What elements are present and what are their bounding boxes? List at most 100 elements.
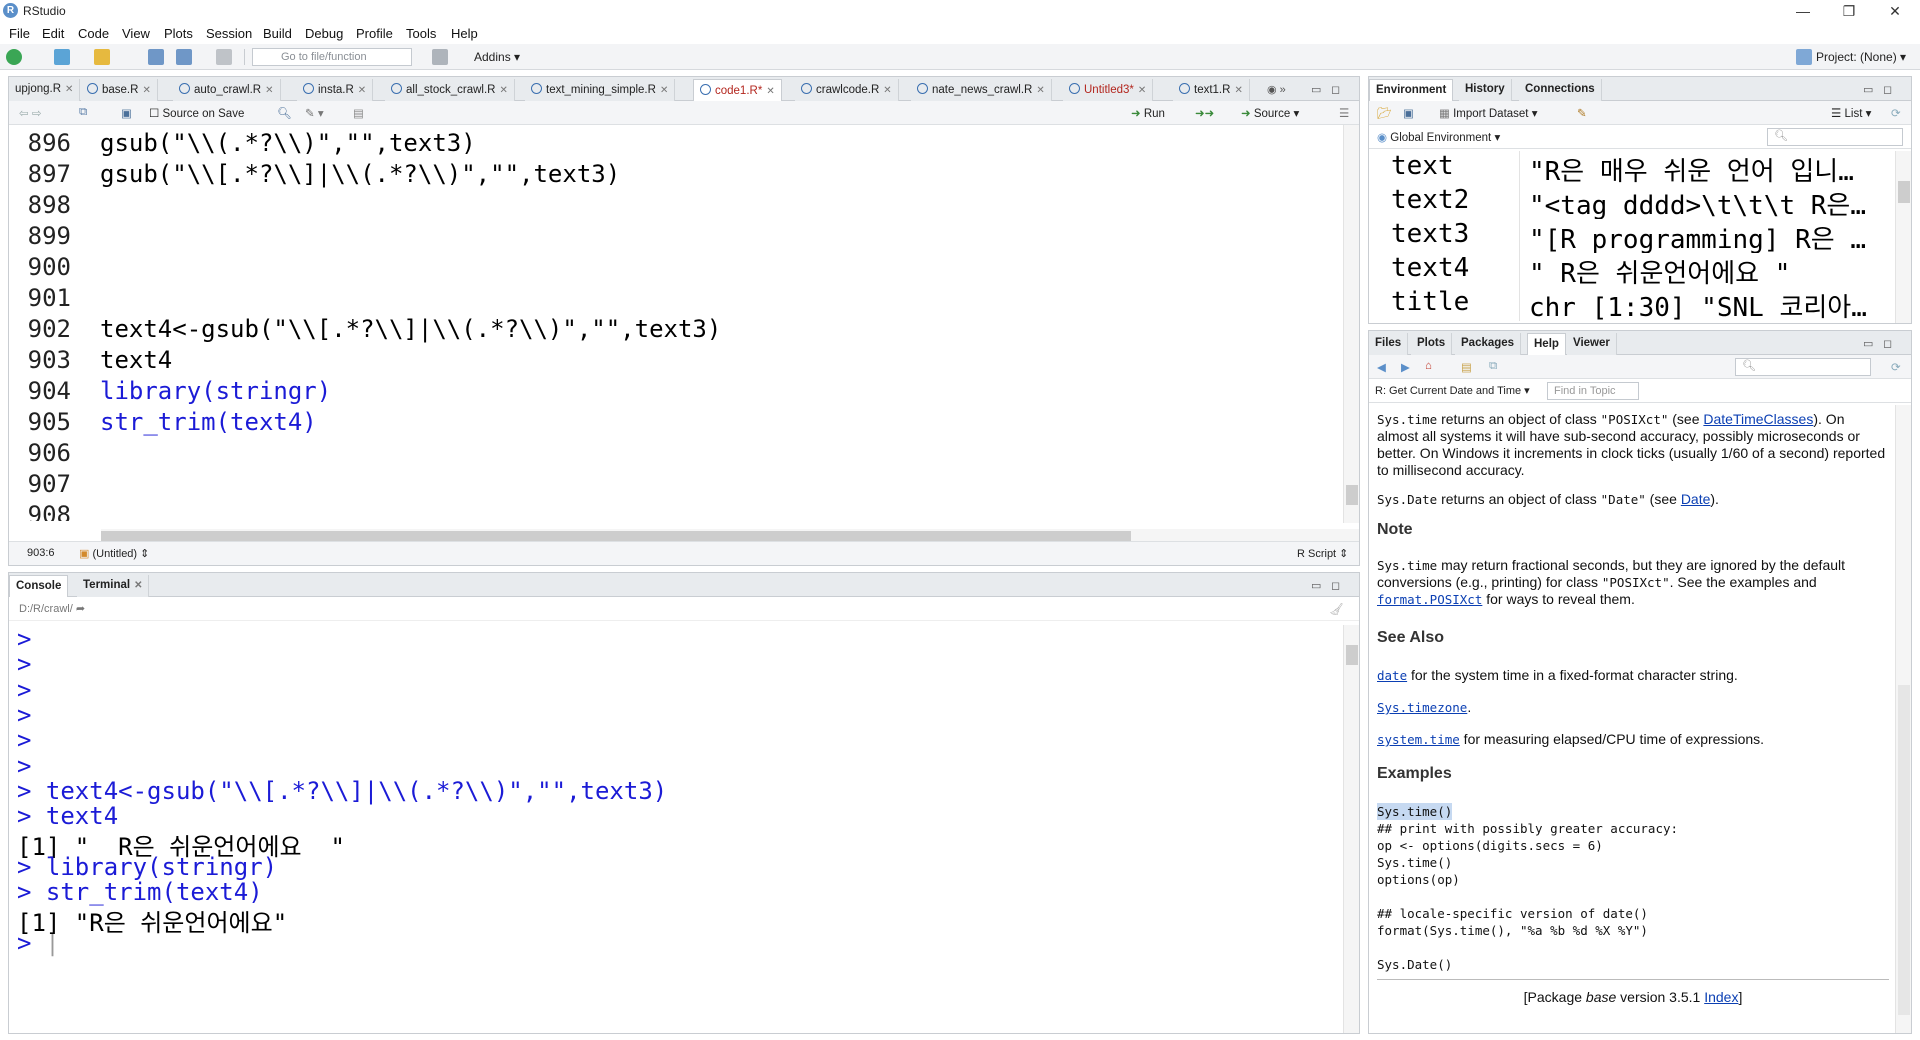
editor-tab[interactable]: nate_news_crawl.R ✕ bbox=[911, 79, 1052, 101]
close-tab-icon[interactable]: ✕ bbox=[883, 85, 891, 96]
code-line[interactable]: 907 bbox=[9, 470, 1343, 501]
editor-tab[interactable]: all_stock_crawl.R ✕ bbox=[385, 79, 515, 101]
more-tabs-icon[interactable]: ◉ » bbox=[1267, 83, 1286, 96]
close-tab-icon[interactable]: ✕ bbox=[1138, 85, 1146, 96]
editor-tab[interactable]: auto_crawl.R ✕ bbox=[173, 79, 281, 101]
minimize-pane-icon[interactable]: ▭ bbox=[1863, 83, 1873, 96]
tab-viewer[interactable]: Viewer bbox=[1567, 333, 1617, 355]
tab-packages[interactable]: Packages bbox=[1455, 333, 1522, 355]
tab-help[interactable]: Help bbox=[1527, 333, 1566, 355]
environment-vertical-scrollbar[interactable] bbox=[1895, 151, 1911, 323]
environment-variable-row[interactable]: title chr [1:30] "SNL 코리아… bbox=[1369, 287, 1895, 321]
editor-tab[interactable]: text1.R ✕ bbox=[1173, 79, 1250, 101]
editor-vertical-scrollbar[interactable] bbox=[1343, 125, 1359, 523]
console-vertical-scrollbar[interactable] bbox=[1343, 625, 1359, 1033]
minimize-pane-icon[interactable]: ▭ bbox=[1311, 579, 1321, 592]
help-link[interactable]: Sys.timezone bbox=[1377, 700, 1467, 715]
view-mode-menu[interactable]: ☰ List ▾ bbox=[1831, 106, 1871, 120]
close-tab-icon[interactable]: ✕ bbox=[1036, 85, 1044, 96]
source-on-save-toggle[interactable]: ☐ Source on Save bbox=[149, 106, 244, 120]
show-in-window-icon[interactable]: ⧉ bbox=[79, 106, 87, 119]
help-vertical-scrollbar[interactable] bbox=[1895, 405, 1911, 1033]
maximize-pane-icon[interactable]: ◻ bbox=[1331, 83, 1340, 96]
minimize-pane-icon[interactable]: ▭ bbox=[1311, 83, 1321, 96]
menu-edit[interactable]: Edit bbox=[42, 26, 64, 41]
console-output[interactable]: > > > > > > > text4<-gsub("\\[.*?\\]|\\(… bbox=[17, 625, 1341, 1029]
code-line[interactable]: 906 bbox=[9, 439, 1343, 470]
menu-session[interactable]: Session bbox=[206, 26, 252, 41]
close-tab-icon[interactable]: ✕ bbox=[499, 85, 507, 96]
editor-tab[interactable]: Untitled3* ✕ bbox=[1063, 79, 1154, 101]
tab-connections[interactable]: Connections bbox=[1519, 79, 1602, 101]
tab-environment[interactable]: Environment bbox=[1369, 79, 1454, 101]
clear-console-icon[interactable]: 🧹︎ bbox=[1329, 602, 1344, 616]
menu-help[interactable]: Help bbox=[451, 26, 478, 41]
save-icon[interactable] bbox=[148, 49, 164, 65]
environment-variable-row[interactable]: text2 "<tag dddd>\t\t\t R은… bbox=[1369, 185, 1895, 219]
scrollbar-thumb[interactable] bbox=[1898, 181, 1910, 203]
code-line[interactable]: 901 bbox=[9, 284, 1343, 315]
menu-code[interactable]: Code bbox=[78, 26, 109, 41]
close-tab-icon[interactable]: ✕ bbox=[134, 580, 142, 591]
rerun-icon[interactable]: ➜➜ bbox=[1195, 106, 1214, 120]
editor-tab[interactable]: text_mining_simple.R ✕ bbox=[525, 79, 676, 101]
back-arrow-icon[interactable]: ⇦ ⇨ bbox=[19, 106, 41, 120]
tab-history[interactable]: History bbox=[1459, 79, 1512, 101]
code-line[interactable]: 903 text4 bbox=[9, 346, 1343, 377]
help-link[interactable]: Date bbox=[1681, 491, 1711, 507]
close-button[interactable]: ✕ bbox=[1872, 0, 1918, 22]
print-icon[interactable] bbox=[216, 49, 232, 65]
code-line[interactable]: 908 bbox=[9, 501, 1343, 521]
environment-variable-row[interactable]: text3 "[R programming] R은 … bbox=[1369, 219, 1895, 253]
help-link[interactable]: format.POSIXct bbox=[1377, 592, 1482, 607]
menu-profile[interactable]: Profile bbox=[356, 26, 393, 41]
compile-report-icon[interactable]: ▤ bbox=[353, 106, 364, 120]
index-link[interactable]: Index bbox=[1704, 989, 1738, 1005]
code-line[interactable]: 899 bbox=[9, 222, 1343, 253]
scrollbar-thumb[interactable] bbox=[1346, 485, 1358, 505]
code-line[interactable]: 897 gsub("\\[.*?\\]|\\(.*?\\)","",text3) bbox=[9, 160, 1343, 191]
file-type-selector[interactable]: R Script ⇕ bbox=[1297, 547, 1348, 560]
help-search-input[interactable]: 🔍︎ bbox=[1735, 358, 1871, 376]
code-line[interactable]: 898 bbox=[9, 191, 1343, 222]
save-all-icon[interactable] bbox=[176, 49, 192, 65]
help-link[interactable]: date bbox=[1377, 668, 1407, 683]
magic-wand-icon[interactable]: ✎ ▾ bbox=[305, 106, 324, 120]
refresh-icon[interactable]: ⟳ bbox=[1891, 360, 1901, 374]
working-directory[interactable]: D:/R/crawl/ ➦ bbox=[19, 602, 85, 615]
editor-tab[interactable]: base.R ✕ bbox=[81, 79, 158, 101]
print-icon[interactable]: ▤ bbox=[1461, 360, 1472, 374]
search-icon[interactable]: 🔍︎ bbox=[277, 106, 292, 120]
code-editor[interactable]: 896 gsub("\\(.*?\\)","",text3) 897 gsub("\\… bbox=[9, 125, 1343, 521]
close-tab-icon[interactable]: ✕ bbox=[65, 84, 73, 95]
open-file-icon[interactable] bbox=[94, 49, 110, 65]
editor-tab[interactable]: upjong.R ✕ bbox=[9, 79, 81, 101]
goto-file-input[interactable]: Go to file/function bbox=[252, 48, 412, 66]
environment-scope-menu[interactable]: ◉ Global Environment ▾ bbox=[1377, 130, 1500, 144]
editor-tab-active[interactable]: code1.R* ✕ bbox=[693, 79, 782, 101]
topic-history-menu[interactable]: R: Get Current Date and Time ▾ bbox=[1375, 384, 1530, 397]
minimize-button[interactable]: — bbox=[1780, 0, 1826, 22]
scope-selector[interactable]: ▣ (Untitled) ⇕ bbox=[79, 547, 149, 560]
menu-build[interactable]: Build bbox=[263, 26, 292, 41]
maximize-pane-icon[interactable]: ◻ bbox=[1331, 579, 1340, 592]
document-outline-icon[interactable]: ☰ bbox=[1339, 106, 1349, 120]
tab-terminal[interactable]: Terminal ✕ bbox=[77, 575, 150, 597]
environment-variable-row[interactable]: text4 " R은 쉬운언어에요 " bbox=[1369, 253, 1895, 287]
environment-search-input[interactable]: 🔍︎ bbox=[1767, 128, 1903, 146]
menu-view[interactable]: View bbox=[122, 26, 150, 41]
editor-tab[interactable]: crawlcode.R ✕ bbox=[795, 79, 899, 101]
scrollbar-thumb[interactable] bbox=[101, 531, 1131, 541]
refresh-icon[interactable]: ⟳ bbox=[1891, 106, 1901, 120]
show-in-window-icon[interactable]: ⧉ bbox=[1489, 360, 1497, 373]
close-tab-icon[interactable]: ✕ bbox=[265, 85, 273, 96]
scrollbar-thumb[interactable] bbox=[1346, 645, 1358, 665]
code-line[interactable]: 905 str_trim(text4) bbox=[9, 408, 1343, 439]
environment-variable-row[interactable]: text "R은 매우 쉬운 언어 입니… bbox=[1369, 151, 1895, 185]
load-workspace-icon[interactable]: 📂︎ bbox=[1377, 106, 1392, 120]
run-button[interactable]: ➜ Run bbox=[1131, 106, 1165, 120]
code-line[interactable]: 904 library(stringr) bbox=[9, 377, 1343, 408]
menu-plots[interactable]: Plots bbox=[164, 26, 193, 41]
project-menu[interactable]: Project: (None) ▾ bbox=[1816, 50, 1906, 64]
help-link[interactable]: system.time bbox=[1377, 732, 1460, 747]
